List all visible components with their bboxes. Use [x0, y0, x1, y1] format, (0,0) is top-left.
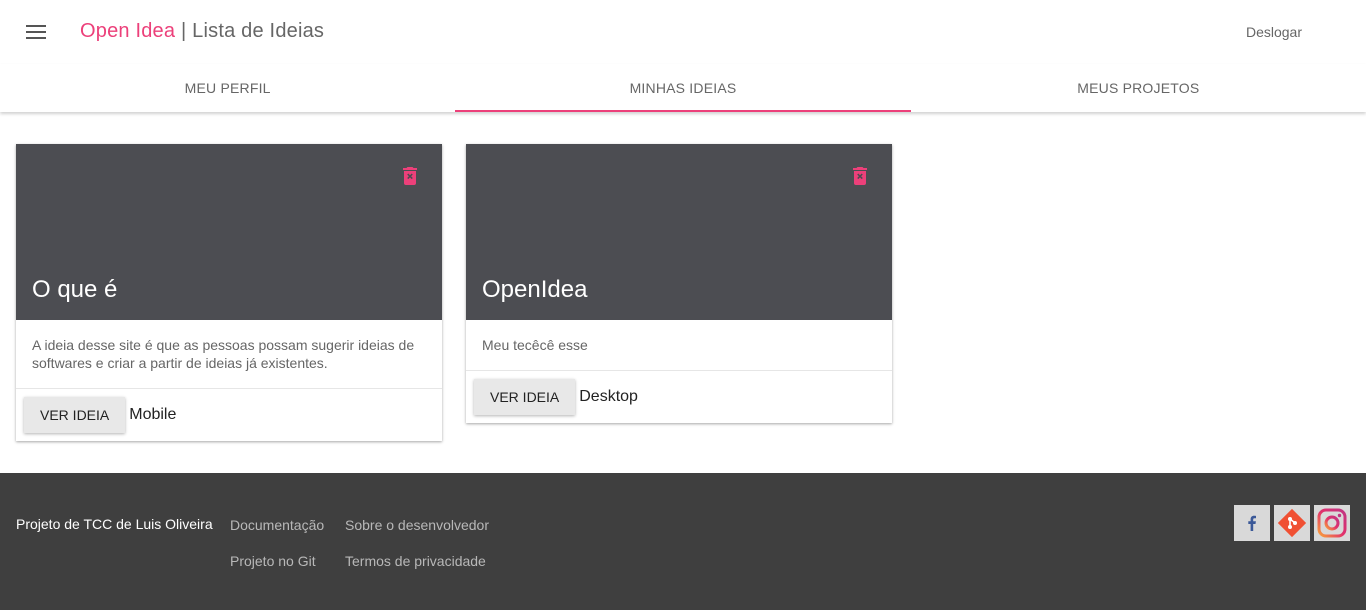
card-media: OpenIdea	[466, 144, 892, 320]
page-name: Lista de Ideias	[192, 20, 325, 42]
page-title: Open Idea | Lista de Ideias	[80, 20, 324, 43]
platform-label: Mobile	[129, 406, 177, 423]
footer-link-docs[interactable]: Documentação	[230, 517, 324, 533]
title-separator: |	[180, 20, 187, 42]
ver-ideia-button[interactable]: Ver Ideia	[24, 397, 126, 433]
card-media: O que é	[16, 144, 442, 320]
footer-link-about[interactable]: Sobre o desenvolvedor	[345, 517, 489, 533]
delete-icon[interactable]	[848, 164, 872, 188]
tab-meu-perfil[interactable]: Meu Perfil	[0, 64, 455, 112]
footer: Projeto de TCC de Luis Oliveira Document…	[0, 473, 1366, 610]
card-description: Meu tecêcê esse	[466, 320, 892, 371]
tab-minhas-ideias[interactable]: Minhas Ideias	[455, 64, 911, 112]
card-actions: Ver Ideia Desktop	[466, 371, 892, 423]
footer-owner: Projeto de TCC de Luis Oliveira	[16, 516, 213, 532]
idea-card: OpenIdea Meu tecêcê esse Ver Ideia Deskt…	[466, 144, 892, 423]
tab-bar: Meu Perfil Minhas Ideias Meus Projetos	[0, 64, 1366, 112]
logout-button[interactable]: Deslogar	[1246, 24, 1302, 40]
delete-icon[interactable]	[398, 164, 422, 188]
card-title: O que é	[32, 276, 118, 303]
card-actions: Ver Ideia Mobile	[16, 389, 442, 441]
ver-ideia-button[interactable]: Ver Ideia	[474, 379, 576, 415]
menu-button[interactable]	[16, 12, 56, 52]
footer-link-git[interactable]: Projeto no Git	[230, 553, 316, 569]
platform-label: Desktop	[579, 388, 638, 405]
facebook-link[interactable]	[1234, 505, 1270, 541]
card-title: OpenIdea	[482, 276, 588, 303]
footer-link-privacy[interactable]: Termos de privacidade	[345, 553, 486, 569]
instagram-link[interactable]	[1314, 505, 1350, 541]
idea-card: O que é A ideia desse site é que as pess…	[16, 144, 442, 441]
instagram-icon	[1317, 508, 1347, 538]
menu-icon	[26, 25, 46, 39]
tab-meus-projetos[interactable]: Meus Projetos	[911, 64, 1366, 112]
git-icon	[1277, 508, 1307, 538]
app-header: Open Idea | Lista de Ideias Deslogar	[0, 0, 1366, 64]
card-description: A ideia desse site é que as pessoas poss…	[16, 320, 442, 389]
brand-name: Open Idea	[80, 20, 176, 42]
facebook-icon	[1248, 515, 1256, 531]
git-link[interactable]	[1274, 505, 1310, 541]
